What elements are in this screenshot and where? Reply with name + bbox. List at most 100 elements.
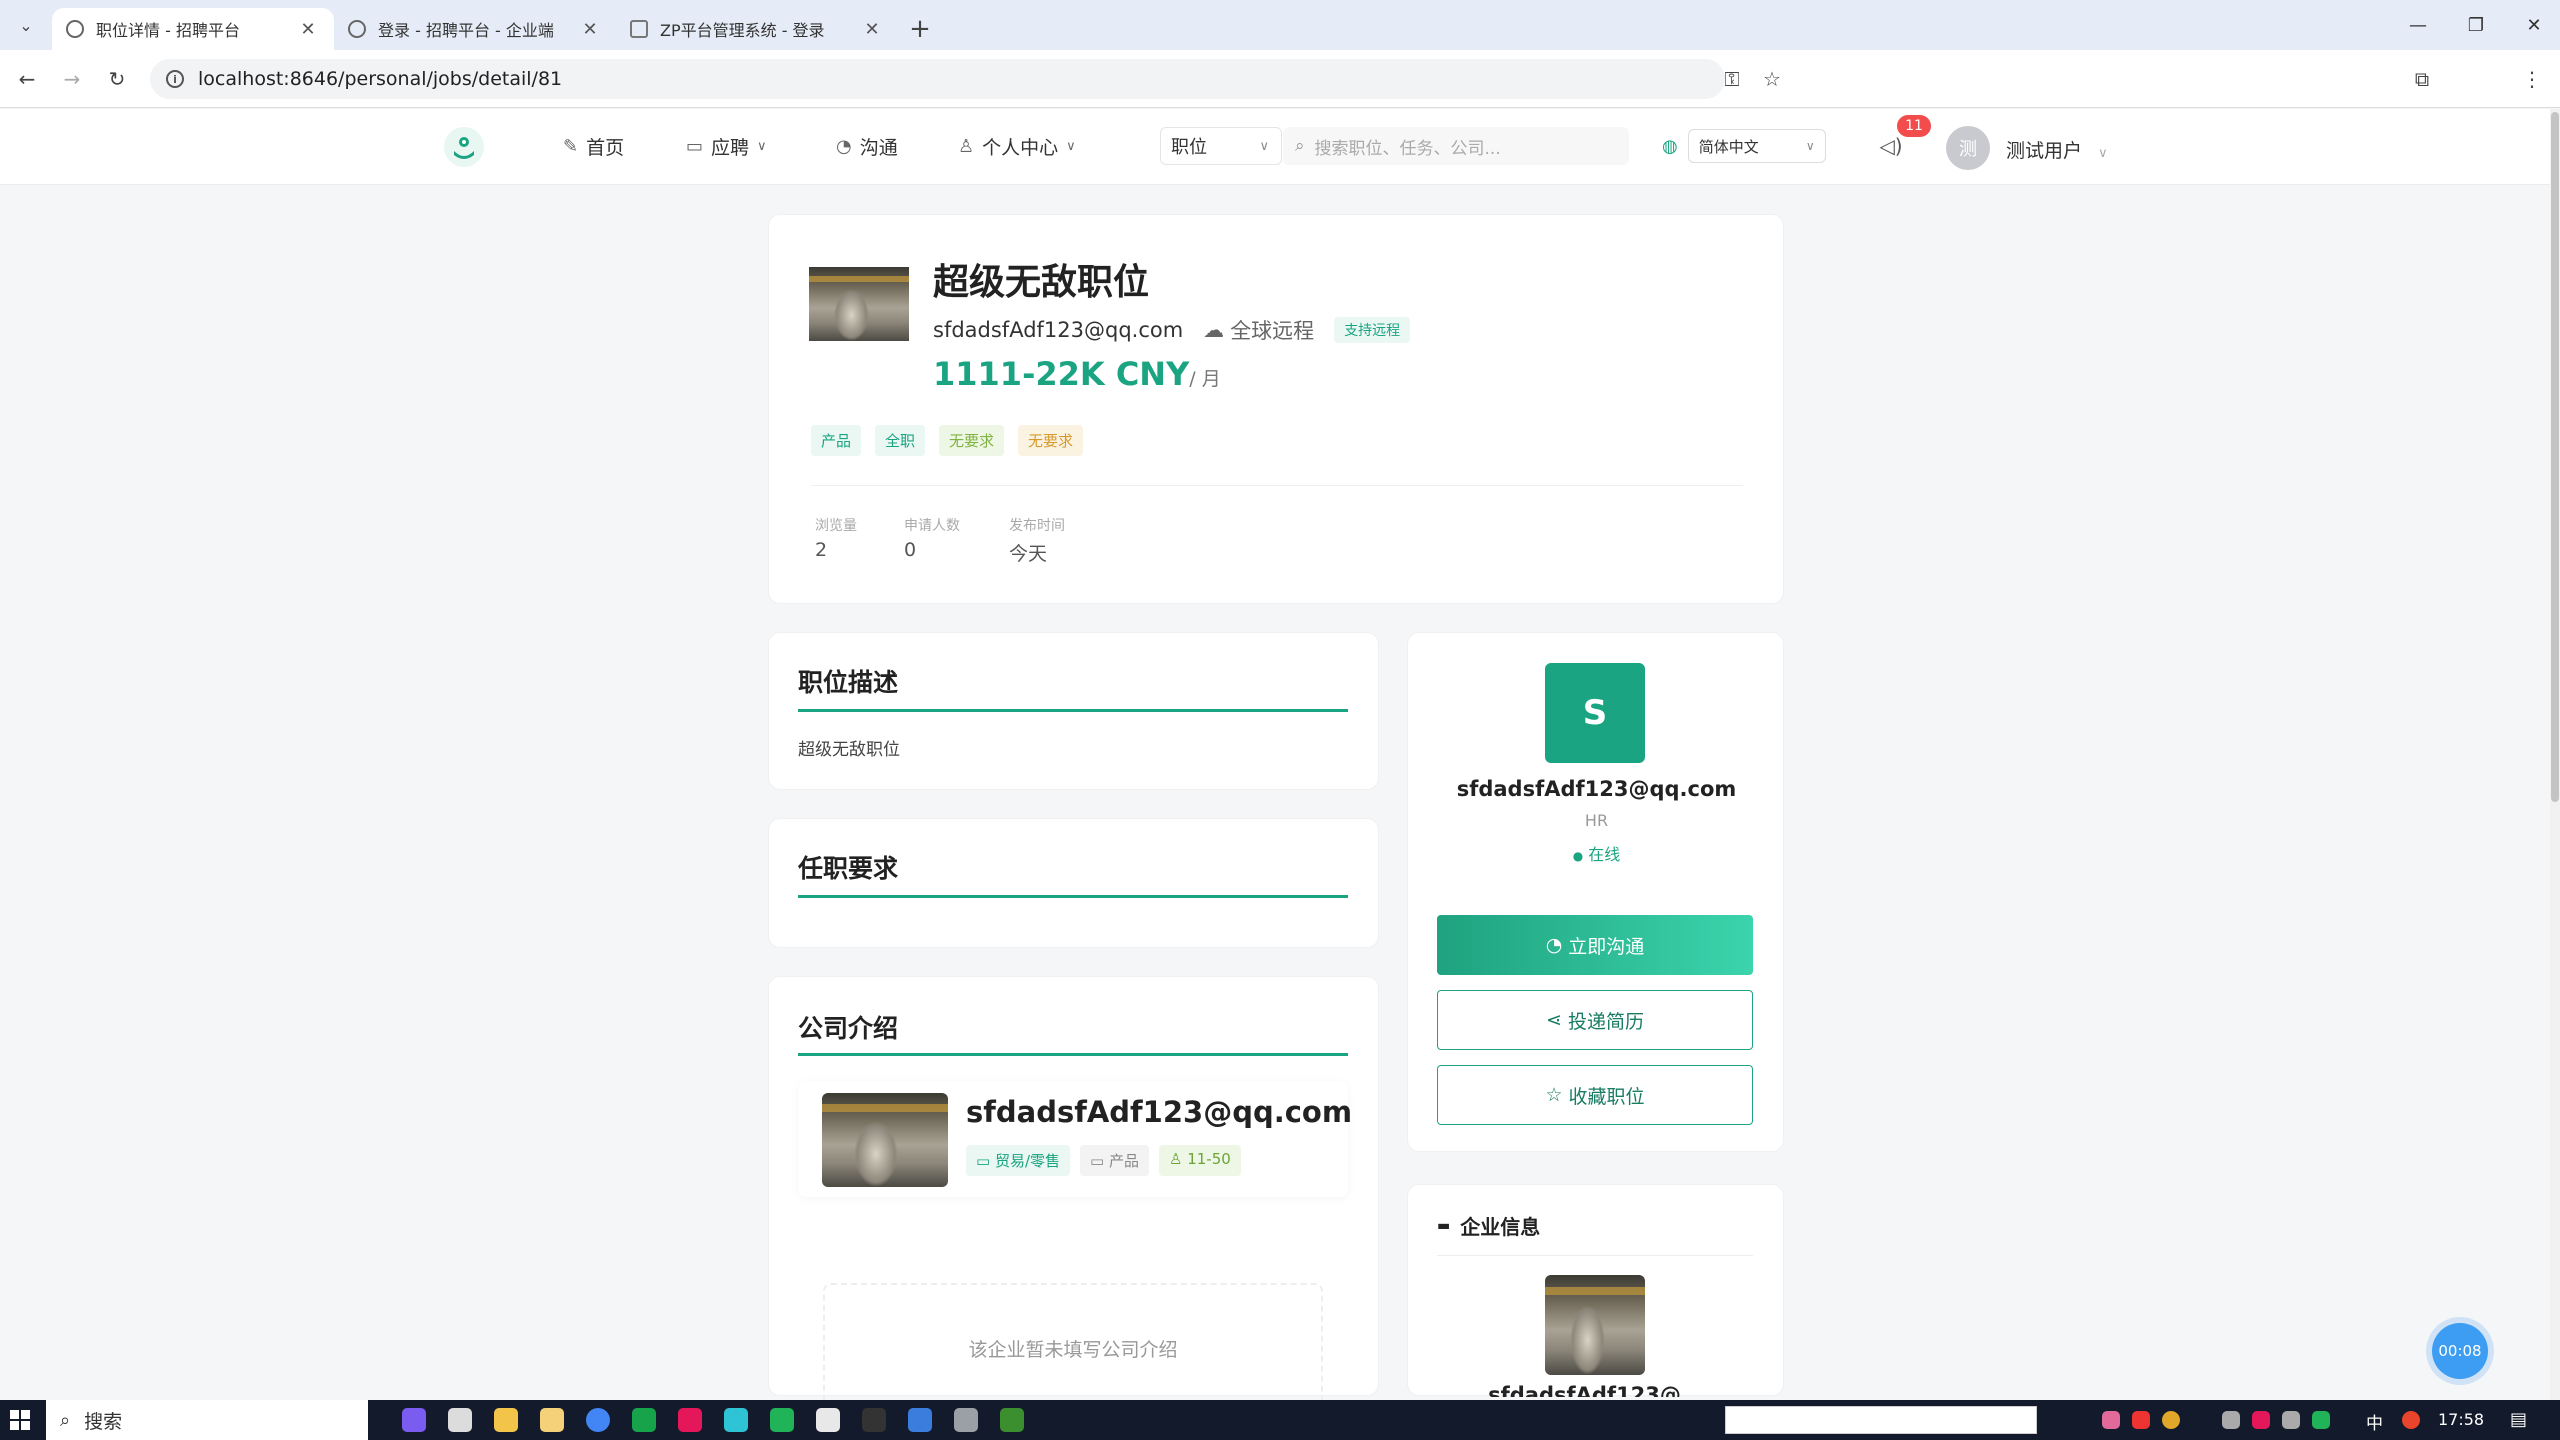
section-title: 任职要求 xyxy=(798,854,899,883)
category-tag: ▭ 产品 xyxy=(1080,1145,1149,1176)
job-requirements-card: 任职要求 xyxy=(768,818,1379,948)
section-title: 公司介绍 xyxy=(798,1014,899,1043)
timer-badge[interactable]: 00:08 xyxy=(2432,1323,2488,1379)
browser-tab-job-detail[interactable]: 职位详情 - 招聘平台 ✕ xyxy=(52,8,334,50)
scrollbar-thumb[interactable] xyxy=(2551,112,2559,802)
forward-arrow-icon[interactable]: → xyxy=(55,62,89,96)
folder-icon: ▭ xyxy=(1090,1152,1109,1170)
nav-home[interactable]: ✎ 首页 xyxy=(563,133,624,160)
submit-resume-button[interactable]: ⋖ 投递简历 xyxy=(1437,990,1753,1050)
job-tag: 无要求 xyxy=(939,425,1005,456)
nav-personal-label: 个人中心 xyxy=(982,137,1059,159)
file-explorer-icon[interactable] xyxy=(494,1408,518,1432)
bookmark-star-icon[interactable]: ☆ xyxy=(1752,59,1792,99)
app-icon[interactable] xyxy=(540,1408,564,1432)
stat-value: 今天 xyxy=(1009,543,1048,565)
job-tag: 产品 xyxy=(811,425,862,456)
company-intro-card: 公司介绍 sfdadsfAdf123@qq.com ▭ 贸易/零售 ▭ 产品 ♙… xyxy=(768,976,1379,1413)
minimize-icon[interactable]: — xyxy=(2388,0,2448,50)
search-type-select[interactable]: 职位 ∨ xyxy=(1160,127,1282,165)
window-close-icon[interactable]: ✕ xyxy=(2504,0,2560,50)
back-arrow-icon[interactable]: ← xyxy=(10,62,44,96)
tray-icon[interactable] xyxy=(2252,1411,2270,1429)
taskbar: ⌕ 搜索 中 17:58 ▤ xyxy=(0,1400,2560,1440)
notification-center-icon[interactable]: ▤ xyxy=(2510,1409,2527,1430)
stat-value: 0 xyxy=(904,539,917,561)
location: ☁ 全球远程 xyxy=(1203,315,1314,345)
wechat-tray-icon[interactable] xyxy=(2312,1411,2330,1429)
extensions-puzzle-icon[interactable]: ⧉ xyxy=(2402,59,2442,99)
windows-start-icon[interactable] xyxy=(10,1410,30,1430)
company-summary[interactable]: sfdadsfAdf123@qq.com ▭ 贸易/零售 ▭ 产品 ♙ 11-5… xyxy=(798,1081,1352,1197)
taskbar-input-box[interactable] xyxy=(1725,1406,2037,1434)
tray-icon[interactable] xyxy=(2162,1411,2180,1429)
button-label: 收藏职位 xyxy=(1568,1085,1645,1108)
volume-icon[interactable] xyxy=(2282,1411,2300,1429)
size-text: 11-50 xyxy=(1187,1150,1231,1168)
chat-icon: ◔ xyxy=(1545,934,1563,956)
browser-tab-enterprise-login[interactable]: 登录 - 招聘平台 - 企业端 ✕ xyxy=(334,8,616,50)
browser-tab-bar: ⌄ 职位详情 - 招聘平台 ✕ 登录 - 招聘平台 - 企业端 ✕ ZP平台管理… xyxy=(0,0,2560,50)
chat-now-button[interactable]: ◔ 立即沟通 xyxy=(1437,915,1753,975)
status-text: 在线 xyxy=(1588,845,1621,864)
user-menu[interactable]: 测试用户 ∨ xyxy=(2006,136,2108,163)
nav-personal-center[interactable]: ♙ 个人中心 ∨ xyxy=(958,133,1076,160)
taskbar-search[interactable]: ⌕ 搜索 xyxy=(46,1400,368,1440)
app-icon[interactable] xyxy=(1000,1408,1024,1432)
divider xyxy=(1437,1255,1753,1256)
stat-label: 浏览量 xyxy=(815,518,857,534)
tab-title: ZP平台管理系统 - 登录 xyxy=(660,21,825,40)
avatar[interactable]: 测 xyxy=(1946,126,1990,170)
taskbar-clock[interactable]: 17:58 xyxy=(2438,1410,2484,1429)
app-icon[interactable] xyxy=(678,1408,702,1432)
app-icon[interactable] xyxy=(954,1408,978,1432)
browser-menu-icon[interactable]: ⋮ xyxy=(2512,59,2552,99)
chevron-down-icon: ∨ xyxy=(757,139,767,154)
nav-home-label: 首页 xyxy=(586,137,625,159)
app-icon[interactable] xyxy=(632,1408,656,1432)
close-tab-icon[interactable]: ✕ xyxy=(296,19,320,40)
restore-icon[interactable]: ❐ xyxy=(2446,0,2506,50)
nav-apply[interactable]: ▭ 应聘 ∨ xyxy=(686,133,767,160)
site-info-icon[interactable]: i xyxy=(166,70,184,88)
network-icon[interactable] xyxy=(2222,1411,2240,1429)
remote-badge: 支持远程 xyxy=(1334,317,1411,343)
chrome-icon[interactable] xyxy=(586,1408,610,1432)
search-input[interactable]: ⌕ 搜索职位、任务、公司... xyxy=(1283,127,1629,165)
language-selector[interactable]: ◍ 简体中文 ∨ xyxy=(1662,129,1836,163)
tray-icon[interactable] xyxy=(2102,1411,2120,1429)
app-icon[interactable] xyxy=(908,1408,932,1432)
nav-chat[interactable]: ◔ 沟通 xyxy=(836,133,898,160)
tab-search-chevron-icon[interactable]: ⌄ xyxy=(0,0,52,50)
taskbar-search-label: 搜索 xyxy=(84,1410,123,1433)
app-icon[interactable] xyxy=(402,1408,426,1432)
tray-icon[interactable] xyxy=(2132,1411,2150,1429)
company-name[interactable]: sfdadsfAdf123@qq.com xyxy=(933,318,1183,342)
enterprise-title-text: 企业信息 xyxy=(1460,1215,1541,1239)
new-tab-plus-icon[interactable]: + xyxy=(898,8,942,50)
close-tab-icon[interactable]: ✕ xyxy=(578,19,602,40)
tab-title: 登录 - 招聘平台 - 企业端 xyxy=(378,21,554,40)
enterprise-title: ▬ 企业信息 xyxy=(1437,1211,1540,1240)
browser-tab-admin-login[interactable]: ZP平台管理系统 - 登录 ✕ xyxy=(616,8,898,50)
password-key-icon[interactable]: ⚿ xyxy=(1712,59,1752,99)
app-icon[interactable] xyxy=(816,1408,840,1432)
hr-name: sfdadsfAdf123@qq.com xyxy=(1456,777,1737,801)
tray-icon[interactable] xyxy=(2402,1411,2420,1429)
hr-role: HR xyxy=(1584,811,1609,830)
language-select[interactable]: 简体中文 ∨ xyxy=(1687,129,1826,163)
wechat-icon[interactable] xyxy=(770,1408,794,1432)
stat-value: 2 xyxy=(815,539,828,561)
job-tag: 无要求 xyxy=(1018,425,1084,456)
button-label: 投递简历 xyxy=(1567,1010,1644,1033)
app-icon[interactable] xyxy=(724,1408,748,1432)
app-icon[interactable] xyxy=(448,1408,472,1432)
ime-indicator[interactable]: 中 xyxy=(2366,1409,2383,1434)
site-logo[interactable] xyxy=(444,127,484,167)
close-tab-icon[interactable]: ✕ xyxy=(860,19,884,40)
app-icon[interactable] xyxy=(862,1408,886,1432)
favorite-job-button[interactable]: ☆ 收藏职位 xyxy=(1437,1065,1753,1125)
enterprise-info-card: ▬ 企业信息 sfdadsfAdf123@... xyxy=(1407,1184,1784,1397)
reload-icon[interactable]: ↻ xyxy=(100,62,134,96)
address-bar[interactable]: i localhost:8646/personal/jobs/detail/81 xyxy=(150,59,1725,99)
